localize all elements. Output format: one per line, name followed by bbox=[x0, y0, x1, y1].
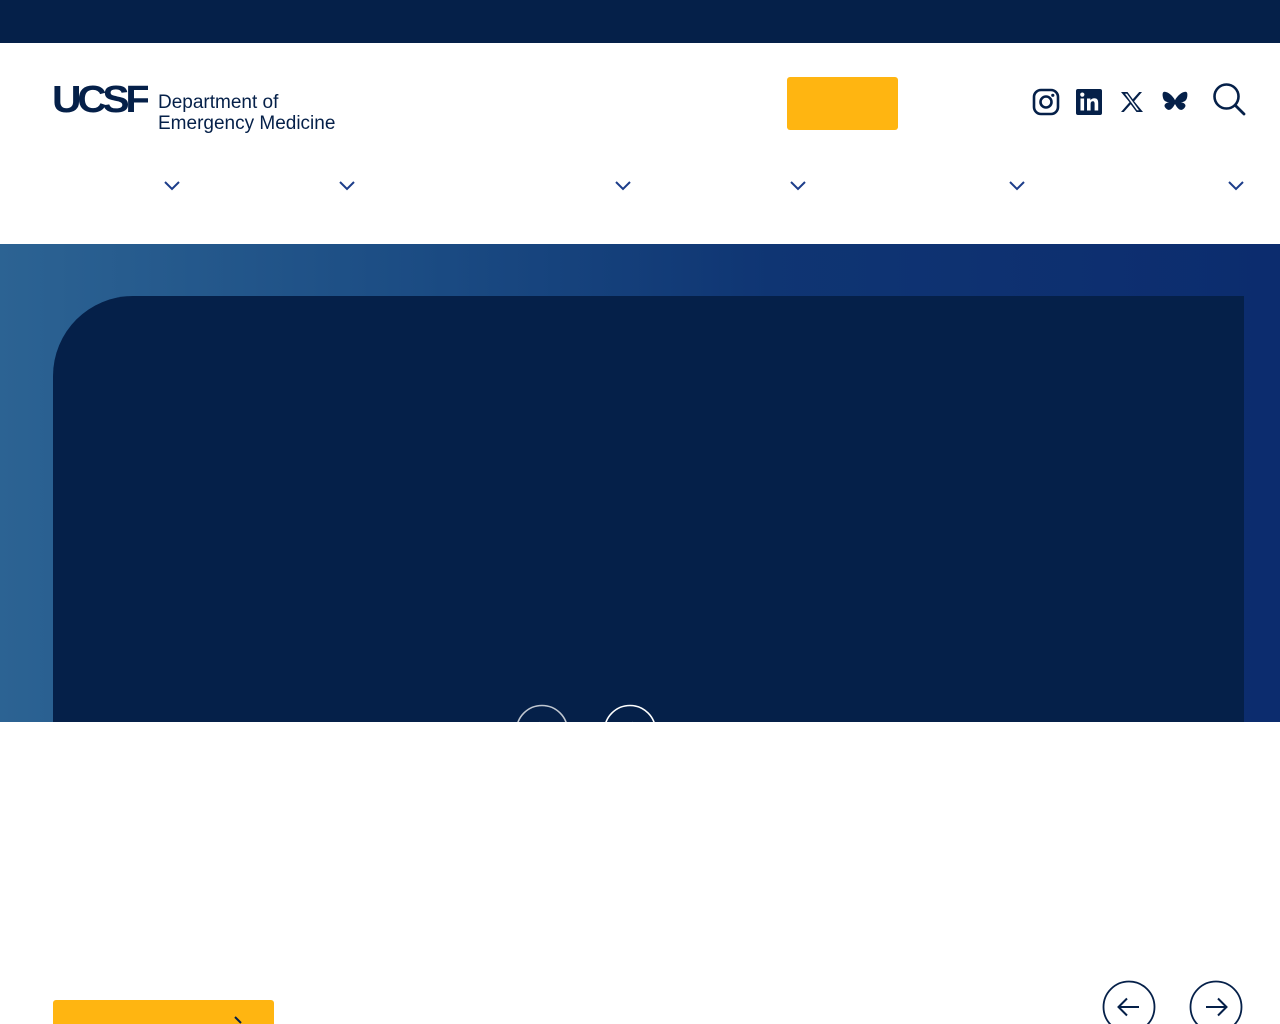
chevron-down-icon bbox=[790, 181, 806, 191]
bluesky-icon bbox=[1162, 91, 1188, 110]
department-name: Department of Emergency Medicine bbox=[158, 92, 335, 134]
nav-item-1-dropdown[interactable] bbox=[161, 176, 183, 194]
content-section bbox=[0, 722, 1280, 1024]
nav-item-6-dropdown[interactable] bbox=[1225, 176, 1247, 194]
nav-item-2-dropdown[interactable] bbox=[336, 176, 358, 194]
search-button[interactable] bbox=[1211, 81, 1247, 117]
department-name-line2: Emergency Medicine bbox=[158, 113, 336, 134]
x-icon bbox=[1121, 92, 1143, 112]
instagram-icon bbox=[1032, 88, 1060, 116]
nav-item-4-dropdown[interactable] bbox=[787, 176, 809, 194]
department-name-line1: Department of bbox=[158, 92, 279, 113]
header-cta-button[interactable] bbox=[787, 77, 898, 130]
chevron-down-icon bbox=[164, 181, 180, 191]
arrow-right-icon bbox=[1189, 980, 1243, 1024]
linkedin-icon bbox=[1076, 89, 1102, 115]
bluesky-link[interactable] bbox=[1160, 87, 1190, 117]
chevron-right-icon bbox=[234, 1016, 242, 1024]
site-header: UCSF Department of Emergency Medicine bbox=[0, 43, 1280, 244]
ucsf-logo[interactable]: UCSF Department of Emergency Medicine bbox=[52, 80, 352, 138]
ucsf-logo-mark: UCSF bbox=[52, 80, 148, 121]
svg-text:UCSF: UCSF bbox=[52, 80, 148, 121]
x-link[interactable] bbox=[1117, 87, 1147, 117]
section-cta-button[interactable] bbox=[53, 1000, 274, 1024]
nav-item-5-dropdown[interactable] bbox=[1006, 176, 1028, 194]
search-icon bbox=[1213, 83, 1246, 116]
nav-item-3-dropdown[interactable] bbox=[612, 176, 634, 194]
chevron-down-icon bbox=[615, 181, 631, 191]
arrow-left-icon bbox=[1102, 980, 1156, 1024]
section-next-button[interactable] bbox=[1189, 980, 1243, 1024]
chevron-down-icon bbox=[1228, 181, 1244, 191]
hero-slide bbox=[53, 296, 1244, 758]
hero-carousel bbox=[0, 244, 1280, 758]
chevron-down-icon bbox=[339, 181, 355, 191]
instagram-link[interactable] bbox=[1031, 87, 1061, 117]
top-utility-bar bbox=[0, 0, 1280, 43]
linkedin-link[interactable] bbox=[1074, 87, 1104, 117]
section-prev-button[interactable] bbox=[1102, 980, 1156, 1024]
chevron-down-icon bbox=[1009, 181, 1025, 191]
